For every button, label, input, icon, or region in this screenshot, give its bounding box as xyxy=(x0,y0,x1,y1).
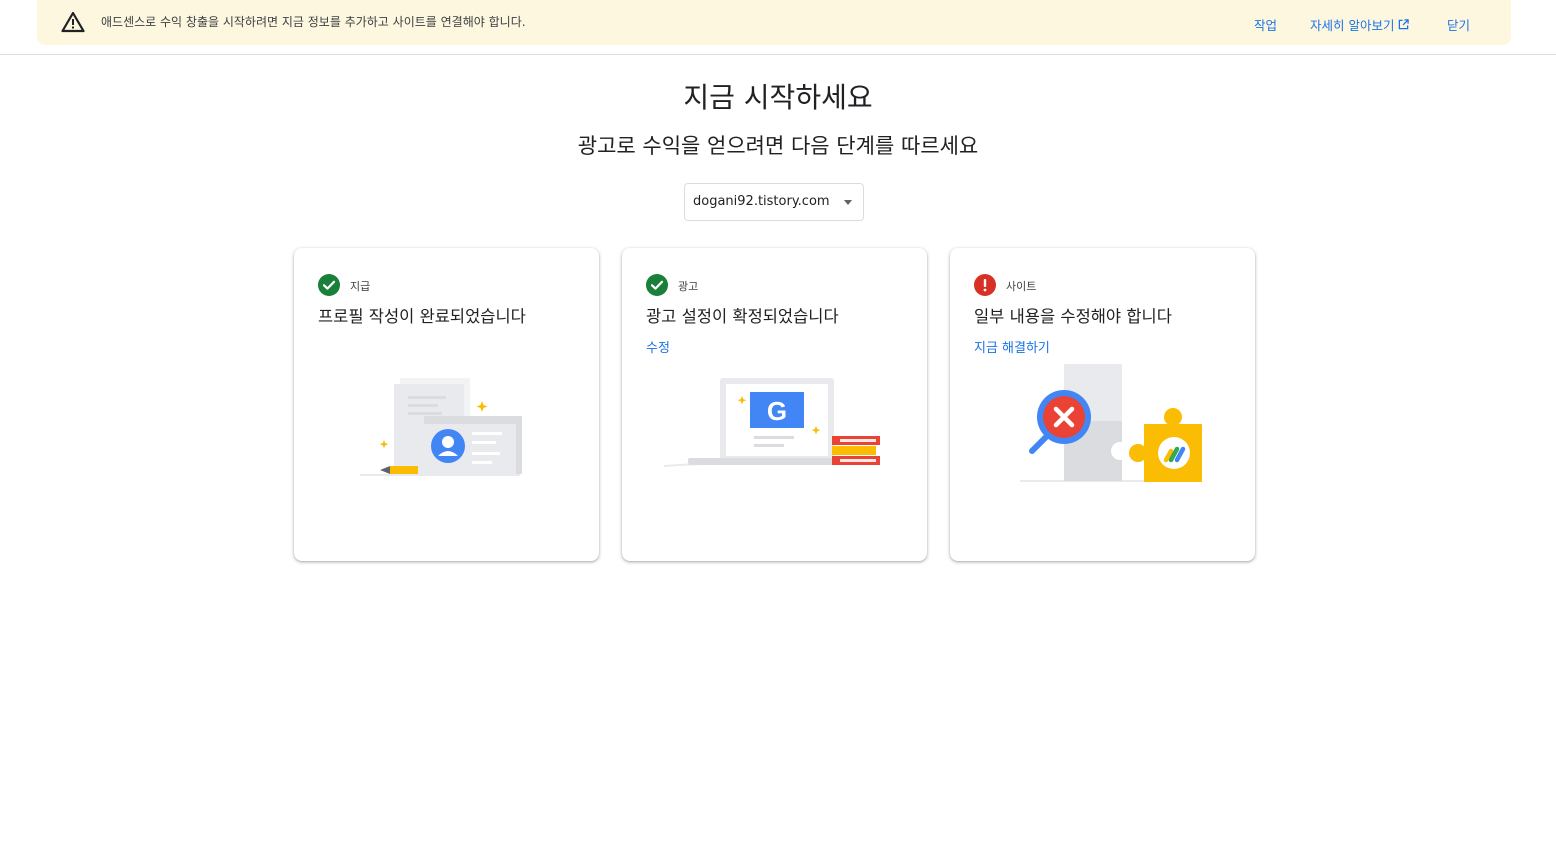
card-title: 프로필 작성이 완료되었습니다 xyxy=(318,307,526,326)
learn-more-label: 자세히 알아보기 xyxy=(1310,18,1395,33)
learn-more-link[interactable]: 자세히 알아보기 xyxy=(1310,15,1410,34)
error-circle-icon xyxy=(974,274,996,296)
card-title: 광고 설정이 확정되었습니다 xyxy=(646,307,839,326)
svg-text:G: G xyxy=(767,396,787,426)
magnifier-puzzle-illustration xyxy=(1020,364,1202,482)
page-title: 지금 시작하세요 xyxy=(683,81,873,114)
ads-step-card: 광고 광고 설정이 확정되었습니다 수정 G xyxy=(622,248,927,561)
warning-banner: 애드센스로 수익 창출을 시작하려면 지금 정보를 추가하고 사이트를 연결해야… xyxy=(37,0,1511,45)
banner-action-link[interactable]: 작업 xyxy=(1254,15,1277,34)
site-selector-dropdown[interactable]: dogani92.tistory.com xyxy=(684,183,864,221)
card-category: 지급 xyxy=(350,280,371,293)
google-laptop-illustration: G xyxy=(664,378,880,467)
notification-bar: 애드센스로 수익 창출을 시작하려면 지금 정보를 추가하고 사이트를 연결해야… xyxy=(0,0,1556,55)
caret-down-icon xyxy=(844,200,852,205)
site-selector-value: dogani92.tistory.com xyxy=(693,194,830,209)
external-link-icon xyxy=(1399,19,1410,30)
page-subtitle: 광고로 수익을 얻으려면 다음 단계를 따르세요 xyxy=(577,134,979,158)
warning-icon xyxy=(61,11,85,33)
site-step-card: 사이트 일부 내용을 수정해야 합니다 지금 해결하기 xyxy=(950,248,1255,561)
banner-message: 애드센스로 수익 창출을 시작하려면 지금 정보를 추가하고 사이트를 연결해야… xyxy=(101,15,526,29)
edit-link[interactable]: 수정 xyxy=(646,337,670,356)
fix-now-link[interactable]: 지금 해결하기 xyxy=(974,337,1050,356)
card-category: 광고 xyxy=(678,280,699,293)
check-circle-icon xyxy=(646,274,668,296)
card-category: 사이트 xyxy=(1006,280,1037,293)
check-circle-icon xyxy=(318,274,340,296)
profile-card-illustration xyxy=(360,378,522,476)
payments-step-card: 지급 프로필 작성이 완료되었습니다 xyxy=(294,248,599,561)
close-banner-link[interactable]: 닫기 xyxy=(1447,15,1470,34)
card-title: 일부 내용을 수정해야 합니다 xyxy=(974,307,1172,326)
